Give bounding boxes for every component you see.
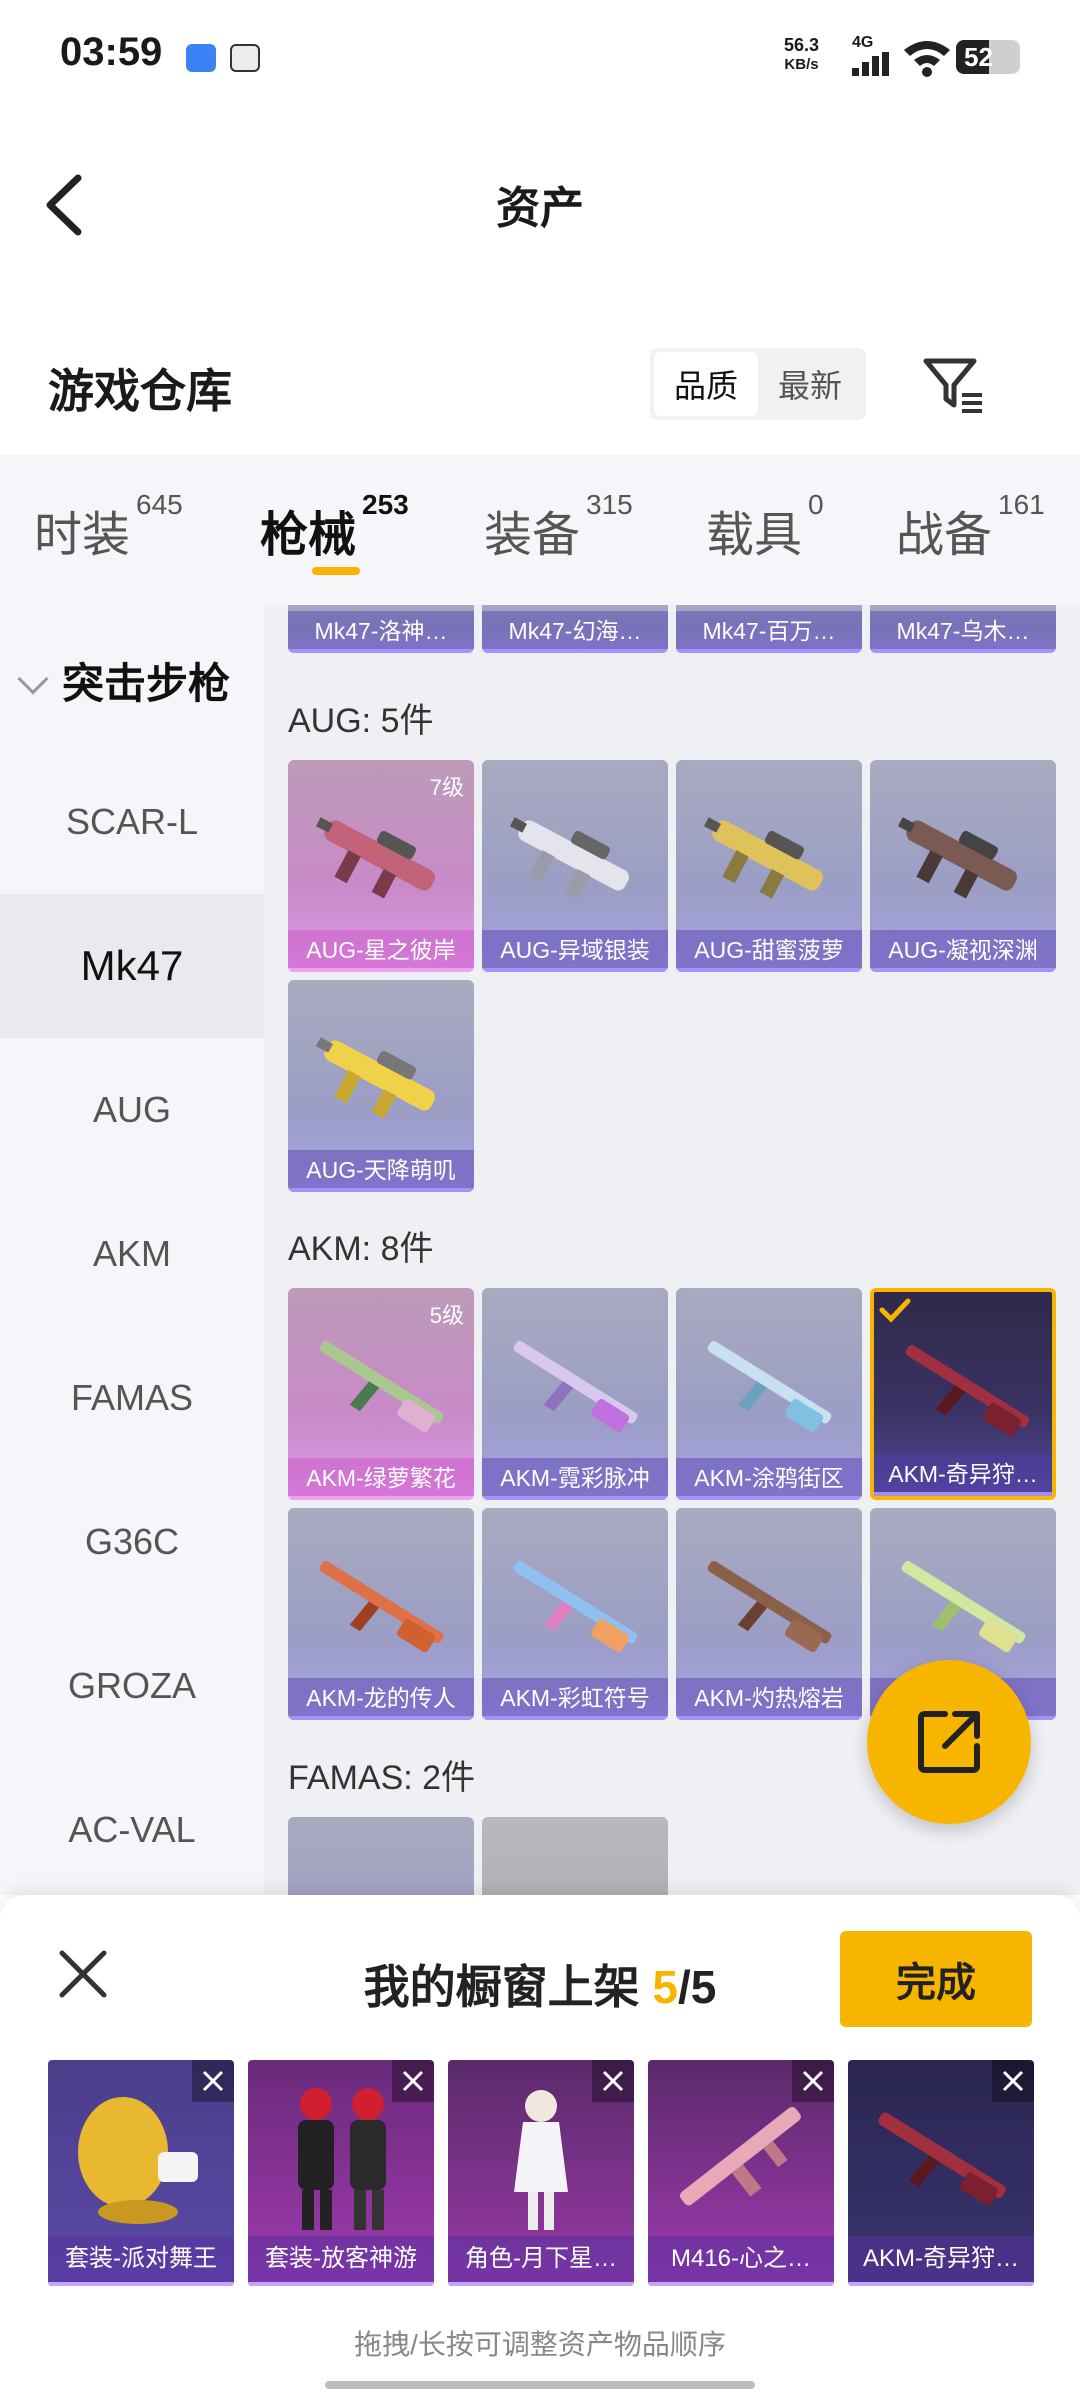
filter-icon[interactable] [922,355,986,417]
network-speed: 56.3 KB/s [784,35,820,74]
weapon-card[interactable]: Mk47-洛神… [288,605,474,653]
akm-rifle-icon [513,1560,638,1653]
share-icon [918,1711,980,1773]
character-image [514,2090,568,2230]
signal-type: 4G [852,34,874,51]
outfit-image [298,2088,386,2230]
remove-item-icon[interactable] [192,2060,234,2102]
sidebar-item-akm[interactable]: AKM [0,1182,264,1326]
page-title: 资产 [496,184,584,233]
share-button[interactable] [867,1660,1031,1824]
weapon-card[interactable]: AUG-天降萌叽 [288,980,474,1192]
weapon-card[interactable]: 7级 AUG-星之彼岸 [288,760,474,972]
aug-rifle-icon [315,817,435,899]
weapon-card[interactable]: 5级 AKM-绿萝繁花 [288,1288,474,1500]
akm-rifle-image [878,2112,1006,2206]
group-title-akm: AKM: 8件 [288,1230,434,1268]
akm-rifle-icon [905,1344,1030,1437]
akm-rifle-icon [707,1340,832,1433]
sync-app-icon [230,44,260,72]
weapon-card[interactable]: AKM-灼热熔岩 [676,1508,862,1720]
akm-rifle-icon [707,1560,832,1653]
status-time: 03:59 [60,30,163,74]
weapon-card[interactable]: AKM-涂鸦街区 [676,1288,862,1500]
chevron-down-icon [17,663,49,695]
weapon-card[interactable]: AKM-龙的传人 [288,1508,474,1720]
outfit-image [78,2097,198,2224]
weapon-card[interactable]: Mk47-乌木… [870,605,1056,653]
aug-rifle-icon [897,817,1017,899]
weapon-card[interactable]: AKM-霓彩脉冲 [482,1288,668,1500]
wifi-icon [904,41,950,77]
aug-rifle-icon [509,817,629,899]
sidebar-item-mk47[interactable]: Mk47 [0,894,264,1038]
sidebar-item-famas[interactable]: FAMAS [0,1326,264,1470]
showcase-sheet: 我的橱窗上架 5/5 完成 套装-派对舞王 套装-放客神游 角色-月下星… M4… [0,1895,1080,2400]
sort-quality-option[interactable]: 品质 [654,352,758,416]
warehouse-title: 游戏仓库 [48,365,232,417]
reorder-hint: 拖拽/长按可调整资产物品顺序 [354,2329,726,2360]
akm-rifle-icon [901,1560,1026,1653]
status-bar: 03:59 56.3 KB/s 4G 52 [0,0,1080,110]
active-tab-indicator [312,567,360,575]
battery-icon: 52 [956,40,1020,74]
weapon-card[interactable]: AUG-异域银装 [482,760,668,972]
sidebar-item-g36c[interactable]: G36C [0,1470,264,1614]
sort-newest-option[interactable]: 最新 [758,352,862,416]
weapon-sidebar: 突击步枪 SCAR-L Mk47 AUG AKM FAMAS G36C GROZ… [0,605,264,1895]
showcase-item[interactable]: AKM-奇异狩… [848,2060,1034,2286]
m416-rifle-image [679,2106,801,2206]
weapon-card[interactable]: AKM-彩虹符号 [482,1508,668,1720]
tab-fashion[interactable]: 时装645 [34,489,183,565]
group-title-famas: FAMAS: 2件 [288,1759,476,1797]
showcase-item[interactable]: 套装-派对舞王 [48,2060,234,2286]
weapon-card-selected[interactable]: AKM-奇异狩… [870,1288,1056,1500]
showcase-item[interactable]: M416-心之… [648,2060,834,2286]
akm-rifle-icon [513,1340,638,1433]
showcase-item[interactable]: 角色-月下星… [448,2060,634,2286]
tab-vehicles[interactable]: 载具0 [706,489,824,565]
weapon-card[interactable]: AUG-凝视深渊 [870,760,1056,972]
sidebar-item-aug[interactable]: AUG [0,1038,264,1182]
sort-toggle[interactable]: 品质 最新 [650,348,866,420]
akm-rifle-icon [319,1340,444,1433]
weapon-card[interactable] [288,1817,474,1895]
tab-firearms[interactable]: 枪械253 [260,489,409,565]
weapon-card[interactable]: AUG-甜蜜菠萝 [676,760,862,972]
remove-item-icon[interactable] [992,2060,1034,2102]
home-indicator[interactable] [325,2381,755,2389]
remove-item-icon[interactable] [392,2060,434,2102]
showcase-item[interactable]: 套装-放客神游 [248,2060,434,2286]
remove-item-icon[interactable] [792,2060,834,2102]
category-tabs: 时装645 枪械253 装备315 载具0 战备161 [0,455,1080,605]
weapon-card[interactable]: Mk47-幻海… [482,605,668,653]
sidebar-category-assault-rifle[interactable]: 突击步枪 [17,650,230,711]
cell-signal-icon [852,52,889,76]
sidebar-item-groza[interactable]: GROZA [0,1614,264,1758]
aug-rifle-icon [703,817,823,899]
aug-rifle-icon [315,1037,435,1119]
done-button[interactable]: 完成 [840,1931,1032,2027]
weapon-card[interactable]: Mk47-百万… [676,605,862,653]
weapon-card[interactable] [482,1817,668,1895]
sidebar-item-ac-val[interactable]: AC-VAL [0,1758,264,1902]
message-app-icon [186,44,216,72]
remove-item-icon[interactable] [592,2060,634,2102]
sidebar-item-scar-l[interactable]: SCAR-L [0,750,264,894]
tab-supplies[interactable]: 战备161 [896,489,1045,565]
akm-rifle-icon [319,1560,444,1653]
group-title-aug: AUG: 5件 [288,702,434,740]
tab-equipment[interactable]: 装备315 [484,489,633,565]
